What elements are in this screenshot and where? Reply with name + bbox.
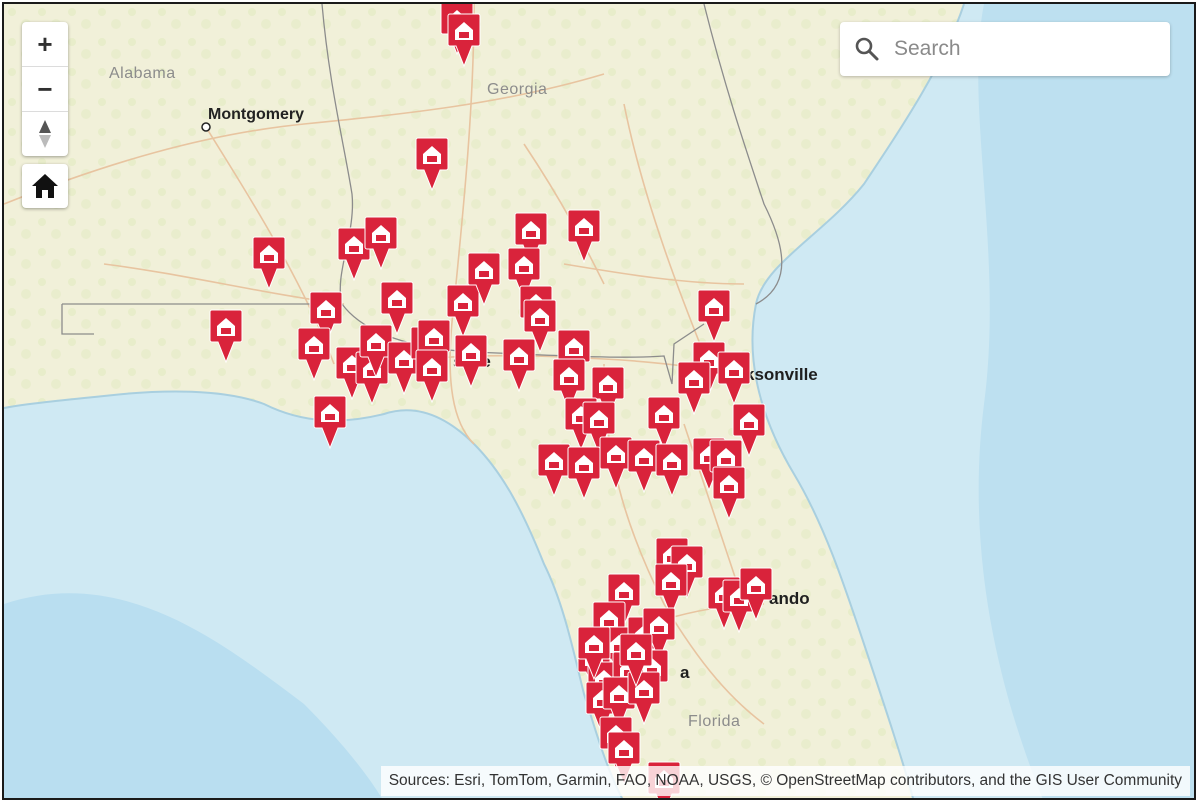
search-bar[interactable]	[840, 22, 1170, 76]
label-florida: Florida	[688, 713, 740, 730]
label-jacksonville: ksonville	[745, 365, 818, 384]
label-tampa: a	[680, 663, 690, 682]
label-alabama: Alabama	[109, 65, 176, 82]
map-view[interactable]: Alabama Georgia Florida Montgomery ssee …	[2, 2, 1196, 800]
home-icon	[32, 174, 58, 198]
compass-button[interactable]	[22, 112, 68, 156]
basemap[interactable]: Alabama Georgia Florida Montgomery ssee …	[4, 4, 1196, 800]
search-input[interactable]	[892, 36, 1146, 62]
map-attribution: Sources: Esri, TomTom, Garmin, FAO, NOAA…	[380, 766, 1190, 796]
label-orlando: ando	[769, 589, 810, 608]
zoom-control: + −	[22, 22, 68, 156]
zoom-in-button[interactable]: +	[22, 22, 68, 67]
home-button[interactable]	[22, 164, 68, 208]
atlantic-deep-water	[978, 4, 1194, 798]
montgomery-dot	[201, 122, 211, 132]
label-montgomery: Montgomery	[208, 106, 304, 123]
compass-icon	[39, 120, 51, 148]
search-icon	[855, 37, 879, 61]
zoom-out-button[interactable]: −	[22, 67, 68, 112]
label-georgia: Georgia	[487, 81, 547, 98]
